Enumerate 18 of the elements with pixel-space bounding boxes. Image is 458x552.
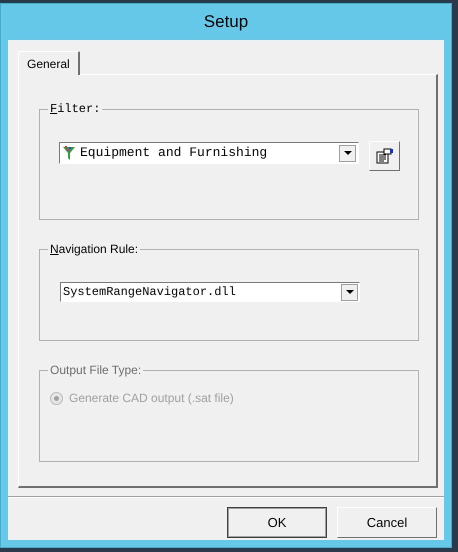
caret-icon [344,151,352,155]
group-label: Output File Type: [48,362,144,378]
dropdown-button[interactable] [339,144,356,162]
group-label: Navigation Rule: [48,241,140,257]
group-label: Filter: [48,101,102,117]
caret-icon [346,290,354,294]
dropdown-button[interactable] [341,284,358,300]
navigation-rule-dropdown[interactable]: SystemRangeNavigator.dll [60,282,360,302]
tab[interactable]: General [18,51,80,75]
dropdown-value: Equipment and Furnishing [80,144,268,162]
dialog-button[interactable]: OK [227,507,327,538]
filter-dropdown[interactable]: Equipment and Furnishing [59,142,359,164]
properties-icon [376,148,394,164]
window-title: Setup [204,11,248,34]
dropdown-value: SystemRangeNavigator.dll [63,284,237,301]
properties-button[interactable] [369,141,400,171]
dialog-button[interactable]: Cancel [337,507,437,538]
funnel-icon [62,145,76,161]
